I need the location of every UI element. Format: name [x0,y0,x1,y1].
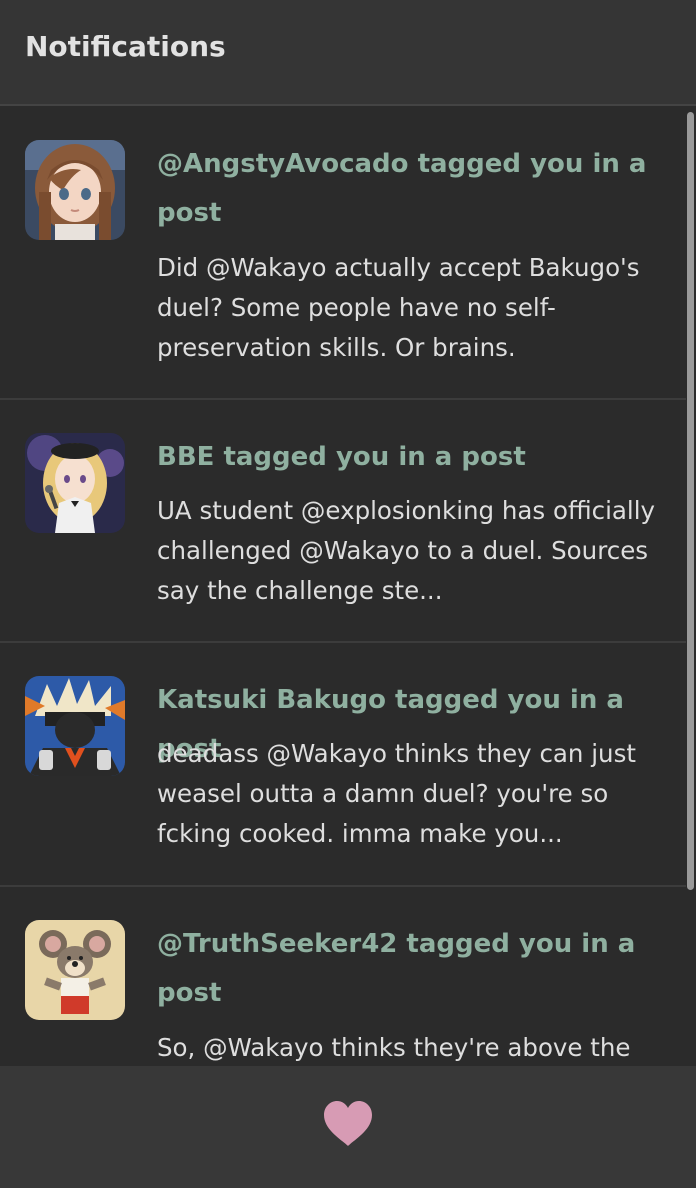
notification-item[interactable]: @AngstyAvocado tagged you in a post Did … [0,106,686,400]
girl-brown-hair-avatar-icon [25,140,125,240]
notification-item[interactable]: @TruthSeeker42 tagged you in a post So, … [0,887,686,1066]
blonde-singer-avatar-icon [25,433,125,533]
notification-item[interactable]: BBE tagged you in a post UA student @exp… [0,400,686,643]
notification-body: So, @Wakayo thinks they're above the [157,1033,631,1062]
spiky-hair-hero-avatar-icon [25,676,125,776]
header: Notifications [0,0,696,106]
notification-list[interactable]: @AngstyAvocado tagged you in a post Did … [0,106,686,1066]
notification-body: UA student @explosionking has officially… [157,496,656,605]
avatar [25,920,125,1020]
page-title: Notifications [25,30,226,63]
avatar [25,140,125,240]
avatar [25,433,125,533]
notifications-panel: Notifications @AngstyAvocado tagged you … [0,0,696,1188]
cartoon-mouse-avatar-icon [25,920,125,1020]
heart-icon[interactable] [322,1100,374,1148]
scrollbar-thumb[interactable] [687,112,694,890]
avatar [25,676,125,776]
notification-item[interactable]: Katsuki Bakugo tagged you in a post dead… [0,643,686,887]
scrollbar[interactable] [686,106,696,1066]
notification-title: @AngstyAvocado tagged you in a post [157,149,647,228]
footer [0,1066,696,1188]
notification-body: Did @Wakayo actually accept Bakugo's due… [157,253,640,362]
notification-title: BBE tagged you in a post [157,442,526,472]
notification-title: @TruthSeeker42 tagged you in a post [157,929,636,1008]
notification-body: deadass @Wakayo thinks they can just wea… [157,739,636,848]
